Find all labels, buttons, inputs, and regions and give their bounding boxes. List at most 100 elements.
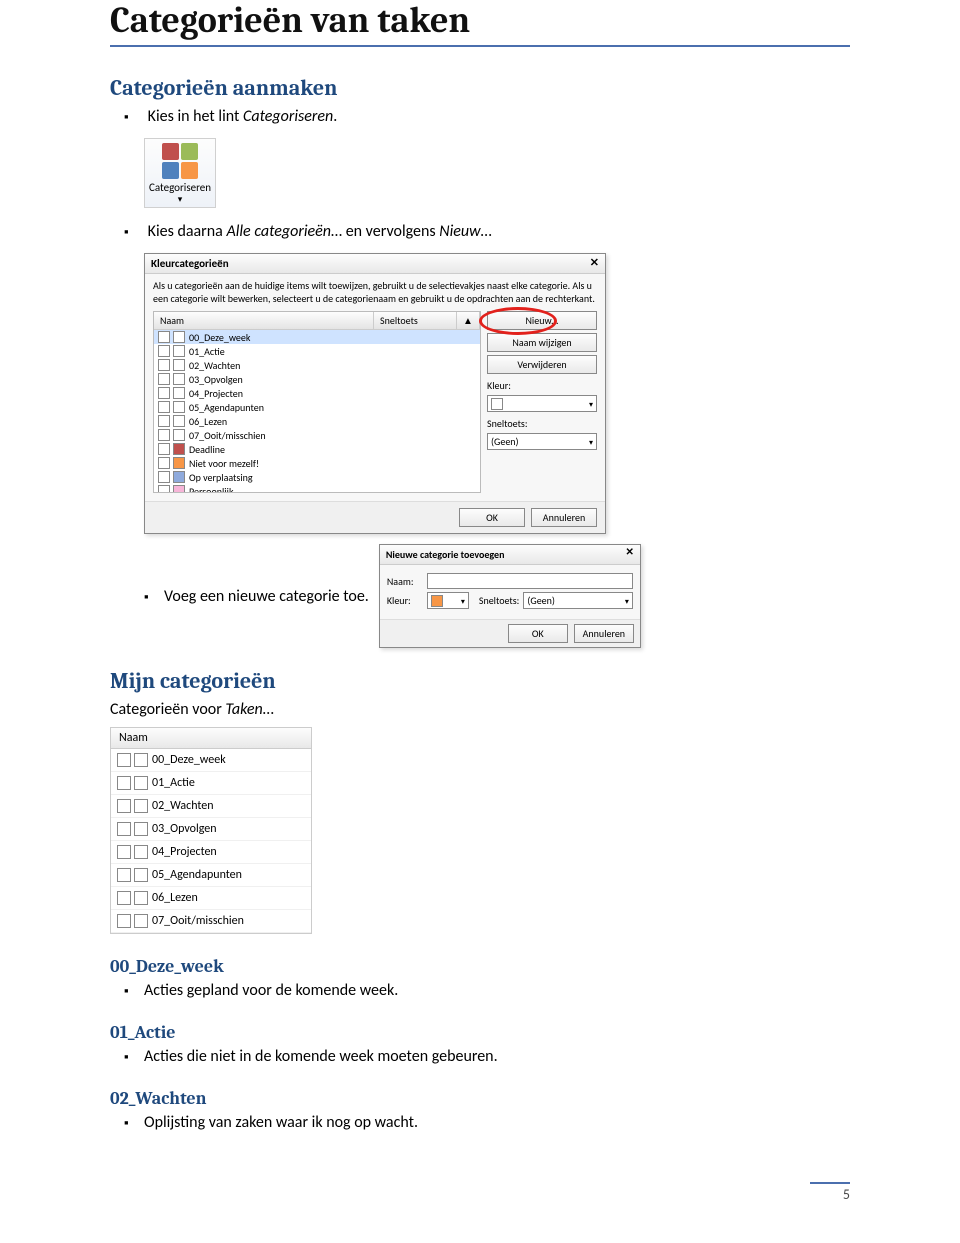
checkbox[interactable]: [158, 387, 170, 399]
sneltoets-dropdown[interactable]: (Geen): [487, 433, 597, 450]
color-swatch-icon: [134, 753, 148, 767]
chevron-down-icon: [457, 594, 465, 607]
kleur-label: Kleur:: [387, 594, 423, 607]
category-list-item[interactable]: 01_Actie: [154, 344, 480, 358]
dialog-title-text: Kleurcategorieën: [151, 257, 229, 270]
category-list-item[interactable]: 02_Wachten: [154, 358, 480, 372]
category-label: Niet voor mezelf!: [189, 457, 259, 470]
chevron-down-icon: [585, 397, 593, 410]
kleur-label: Kleur:: [487, 379, 597, 392]
category-list-item[interactable]: 05_Agendapunten: [154, 400, 480, 414]
category-panel-item[interactable]: 04_Projecten: [111, 841, 311, 864]
step-2-post: …: [481, 222, 492, 241]
category-panel-item[interactable]: 05_Agendapunten: [111, 864, 311, 887]
category-label: Op verplaatsing: [189, 471, 253, 484]
checkbox[interactable]: [158, 443, 170, 455]
category-panel-item[interactable]: 00_Deze_week: [111, 749, 311, 772]
sort-indicator-icon: ▲: [457, 312, 480, 329]
step-2-mid: … en vervolgens: [331, 222, 439, 241]
checkbox[interactable]: [158, 457, 170, 469]
checkbox[interactable]: [158, 345, 170, 357]
category-list-item[interactable]: 06_Lezen: [154, 414, 480, 428]
ok-button[interactable]: OK: [459, 508, 525, 527]
category-listbox[interactable]: Naam Sneltoets ▲ 00_Deze_week01_Actie02_…: [153, 311, 481, 493]
checkbox[interactable]: [117, 891, 131, 905]
checkbox[interactable]: [158, 471, 170, 483]
category-panel-item[interactable]: 03_Opvolgen: [111, 818, 311, 841]
category-panel-item[interactable]: 07_Ooit/misschien: [111, 910, 311, 933]
kleur-dropdown[interactable]: [487, 395, 597, 412]
close-icon[interactable]: ✕: [590, 256, 599, 269]
list-header: Naam Sneltoets ▲: [154, 312, 480, 330]
category-list-item[interactable]: Op verplaatsing: [154, 470, 480, 484]
category-label: 01_Actie: [189, 345, 225, 358]
checkbox[interactable]: [158, 401, 170, 413]
color-swatch-icon: [173, 345, 185, 357]
category-panel-item[interactable]: 02_Wachten: [111, 795, 311, 818]
checkbox[interactable]: [117, 799, 131, 813]
checkbox[interactable]: [117, 822, 131, 836]
categoriseren-icon: [162, 143, 198, 179]
category-list-item[interactable]: Persoonlijk: [154, 484, 480, 493]
checkbox[interactable]: [158, 429, 170, 441]
color-swatch-icon: [173, 471, 185, 483]
sneltoets-value: (Geen): [527, 594, 555, 607]
category-label: 05_Agendapunten: [152, 868, 242, 882]
category-label: 02_Wachten: [189, 359, 240, 372]
category-list-item[interactable]: 04_Projecten: [154, 386, 480, 400]
color-swatch-icon: [134, 776, 148, 790]
step-1: Kies in het lint Categoriseren.: [144, 107, 850, 126]
verwijderen-button[interactable]: Verwijderen: [487, 355, 597, 374]
checkbox[interactable]: [158, 359, 170, 371]
close-icon[interactable]: ✕: [625, 547, 633, 558]
section-mijn-title: Mijn categorieën: [110, 668, 850, 694]
color-swatch-icon: [134, 868, 148, 882]
annuleren-button[interactable]: Annuleren: [574, 624, 634, 643]
checkbox[interactable]: [158, 373, 170, 385]
checkbox[interactable]: [117, 776, 131, 790]
category-label: 03_Opvolgen: [189, 373, 243, 386]
title-rule: [110, 45, 850, 47]
nieuwe-categorie-dialog: Nieuwe categorie toevoegen ✕ Naam: Kleur…: [379, 544, 641, 648]
naam-input[interactable]: [427, 573, 633, 589]
naam-wijzigen-button[interactable]: Naam wijzigen: [487, 333, 597, 352]
ribbon-categoriseren-button[interactable]: Categoriseren ▾: [144, 138, 216, 208]
checkbox[interactable]: [117, 845, 131, 859]
checkbox[interactable]: [117, 868, 131, 882]
nieuw-button[interactable]: Nieuw...: [487, 311, 597, 330]
checkbox[interactable]: [117, 914, 131, 928]
annuleren-button[interactable]: Annuleren: [531, 508, 597, 527]
naam-label: Naam:: [387, 575, 423, 588]
color-swatch-icon: [134, 914, 148, 928]
dialog-title-bar: Nieuwe categorie toevoegen ✕: [380, 545, 640, 565]
section-aanmaken-title: Categorieën aanmaken: [110, 75, 850, 101]
category-list-item[interactable]: 00_Deze_week: [154, 330, 480, 344]
color-swatch-icon: [173, 429, 185, 441]
step-2: Kies daarna Alle categorieën… en vervolg…: [144, 222, 850, 241]
checkbox[interactable]: [117, 753, 131, 767]
dialog-title-text: Nieuwe categorie toevoegen: [386, 548, 505, 561]
color-swatch-icon: [134, 891, 148, 905]
kleur-dropdown[interactable]: [427, 592, 469, 609]
ok-button[interactable]: OK: [508, 624, 568, 643]
category-list-item[interactable]: 03_Opvolgen: [154, 372, 480, 386]
category-list-item[interactable]: Deadline: [154, 442, 480, 456]
step-1-pre: Kies in het lint: [148, 107, 243, 126]
category-panel-item[interactable]: 01_Actie: [111, 772, 311, 795]
mijn-intro: Categorieën voor Taken…: [110, 700, 850, 719]
checkbox[interactable]: [158, 485, 170, 493]
category-label: 06_Lezen: [152, 891, 198, 905]
checkbox[interactable]: [158, 331, 170, 343]
category-panel-item[interactable]: 06_Lezen: [111, 887, 311, 910]
step-2-pre: Kies daarna: [148, 222, 227, 241]
category-list-item[interactable]: 07_Ooit/misschien: [154, 428, 480, 442]
sneltoets-dropdown[interactable]: (Geen): [523, 592, 632, 609]
category-list-item[interactable]: Niet voor mezelf!: [154, 456, 480, 470]
color-swatch-icon: [134, 845, 148, 859]
category-label: Deadline: [189, 443, 225, 456]
dialog-title-bar: Kleurcategorieën ✕: [145, 254, 605, 274]
checkbox[interactable]: [158, 415, 170, 427]
category-label: 06_Lezen: [189, 415, 227, 428]
color-swatch-icon: [173, 373, 185, 385]
panel-header: Naam: [111, 728, 311, 749]
